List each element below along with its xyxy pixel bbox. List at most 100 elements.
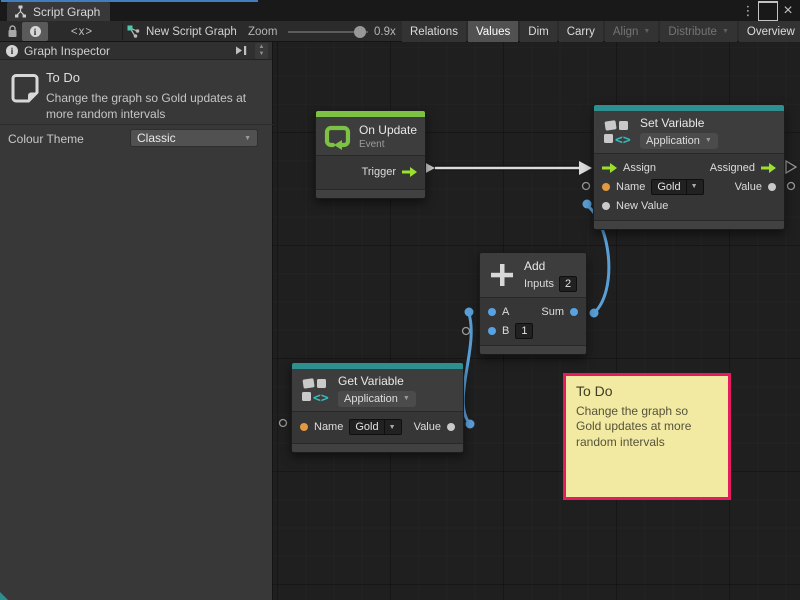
new-script-graph-button[interactable]: New Script Graph xyxy=(127,22,237,41)
assign-port-label: Assign xyxy=(623,162,656,174)
node-title: On Update xyxy=(359,123,417,137)
variables-icon: <> xyxy=(602,117,632,147)
control-arrow-icon[interactable] xyxy=(402,167,417,177)
window-menu-icon[interactable]: ⋮ xyxy=(738,1,758,21)
caret-down-icon: ▼ xyxy=(705,137,712,144)
add-icon xyxy=(488,261,516,289)
node-subtitle: Event xyxy=(359,139,417,150)
node-on-update[interactable]: On Update Event Trigger xyxy=(315,110,426,199)
a-port-label: A xyxy=(502,306,509,318)
align-button[interactable]: Align▼ xyxy=(605,21,659,42)
variable-name-dropdown[interactable]: Gold ▼ xyxy=(349,419,401,435)
graph-asset-icon xyxy=(127,25,140,38)
code-view-button[interactable]: <x> xyxy=(66,22,98,41)
caret-down-icon: ▼ xyxy=(384,420,396,434)
node-title: Add xyxy=(524,259,577,273)
scope-value: Application xyxy=(646,135,700,147)
lock-icon[interactable] xyxy=(4,22,20,41)
sticky-note-text: Change the graph so Gold updates at more… xyxy=(576,404,716,450)
new-script-graph-label: New Script Graph xyxy=(146,26,237,38)
svg-text:<>: <> xyxy=(615,133,631,147)
node-add[interactable]: Add Inputs 2 A Sum B 1 xyxy=(479,252,587,355)
control-arrow-icon[interactable] xyxy=(761,163,776,173)
info-icon: i xyxy=(30,26,41,37)
node-title: Set Variable xyxy=(640,116,718,130)
node-footer xyxy=(292,443,463,452)
relations-button[interactable]: Relations xyxy=(402,21,466,42)
add-sum-socket xyxy=(590,309,599,318)
tab-script-graph[interactable]: Script Graph xyxy=(7,2,110,21)
name-port-label: Name xyxy=(616,181,645,193)
inspector-toggle-button[interactable]: i xyxy=(22,22,48,41)
values-button[interactable]: Values xyxy=(468,21,518,42)
node-get-variable[interactable]: <> Get Variable Application ▼ Name Gold … xyxy=(291,362,464,453)
getvariable-name-socket xyxy=(280,420,287,427)
on-update-icon xyxy=(324,123,351,150)
b-port-icon[interactable] xyxy=(488,327,496,335)
new-value-port-label: New Value xyxy=(616,200,668,212)
variables-icon: <> xyxy=(300,375,330,405)
inspector-todo-text: Change the graph so Gold updates at more… xyxy=(46,91,258,123)
caret-down-icon: ▼ xyxy=(403,395,410,402)
inputs-label: Inputs xyxy=(524,278,554,290)
assigned-port-label: Assigned xyxy=(710,162,755,174)
name-port-icon[interactable] xyxy=(300,423,308,431)
maximize-icon[interactable] xyxy=(758,1,778,21)
scope-value: Application xyxy=(344,393,398,405)
graph-inspector-header[interactable]: i Graph Inspector ▲ ▼ xyxy=(0,42,273,60)
a-port-icon[interactable] xyxy=(488,308,496,316)
divider xyxy=(0,124,273,125)
title-bar: Script Graph ⋮ × xyxy=(0,0,800,21)
node-footer xyxy=(480,345,586,354)
zoom-value: 0.9x xyxy=(374,22,396,41)
variable-scope-dropdown[interactable]: Application ▼ xyxy=(338,391,416,407)
resize-grip[interactable] xyxy=(0,592,8,600)
sticky-note[interactable]: To Do Change the graph so Gold updates a… xyxy=(563,373,731,500)
close-icon[interactable]: × xyxy=(778,1,798,21)
setvariable-newvalue-socket xyxy=(583,200,592,209)
node-set-variable[interactable]: <> Set Variable Application ▼ Assign Ass… xyxy=(593,104,785,230)
value-port-icon[interactable] xyxy=(447,423,455,431)
panel-spinner[interactable]: ▲ ▼ xyxy=(255,43,268,59)
wire-arrowhead xyxy=(579,161,592,175)
sum-port-icon[interactable] xyxy=(570,308,578,316)
value-port-label: Value xyxy=(414,421,441,433)
value-port-icon[interactable] xyxy=(768,183,776,191)
colour-theme-dropdown[interactable]: Classic ▼ xyxy=(130,129,258,147)
svg-text:<>: <> xyxy=(313,391,329,405)
distribute-button[interactable]: Distribute▼ xyxy=(660,21,737,42)
node-footer xyxy=(594,220,784,229)
variable-name-dropdown[interactable]: Gold ▼ xyxy=(651,179,703,195)
variable-name-value: Gold xyxy=(355,421,378,433)
info-icon: i xyxy=(6,45,18,57)
graph-inspector-title: Graph Inspector xyxy=(24,44,229,58)
add-a-socket xyxy=(465,308,474,317)
inputs-count-field[interactable]: 2 xyxy=(559,276,577,292)
zoom-slider-handle[interactable] xyxy=(354,26,366,38)
new-value-port-icon[interactable] xyxy=(602,202,610,210)
carry-button[interactable]: Carry xyxy=(559,21,603,42)
setvariable-name-socket xyxy=(583,183,590,190)
spinner-up-icon[interactable]: ▲ xyxy=(259,44,265,51)
wire-gold-to-add xyxy=(463,314,471,424)
dim-button[interactable]: Dim xyxy=(520,21,556,42)
value-port-label: Value xyxy=(735,181,762,193)
name-port-icon[interactable] xyxy=(602,183,610,191)
caret-down-icon: ▼ xyxy=(643,28,650,35)
variable-scope-dropdown[interactable]: Application ▼ xyxy=(640,133,718,149)
control-arrow-icon[interactable] xyxy=(602,163,617,173)
dock-panel-icon[interactable] xyxy=(235,45,249,56)
sticky-note-icon xyxy=(11,73,40,105)
overview-button[interactable]: Overview xyxy=(739,21,800,42)
setvariable-assigned-socket xyxy=(786,161,796,173)
caret-down-icon: ▼ xyxy=(244,135,251,142)
zoom-label: Zoom xyxy=(248,22,277,41)
spinner-down-icon[interactable]: ▼ xyxy=(259,51,265,58)
script-graph-icon xyxy=(14,5,27,18)
variable-name-value: Gold xyxy=(657,181,680,193)
graph-canvas[interactable]: On Update Event Trigger <> xyxy=(273,42,800,600)
node-footer xyxy=(316,189,425,198)
b-value-field[interactable]: 1 xyxy=(515,323,533,339)
name-port-label: Name xyxy=(314,421,343,433)
inspector-todo-title: To Do xyxy=(46,70,80,85)
